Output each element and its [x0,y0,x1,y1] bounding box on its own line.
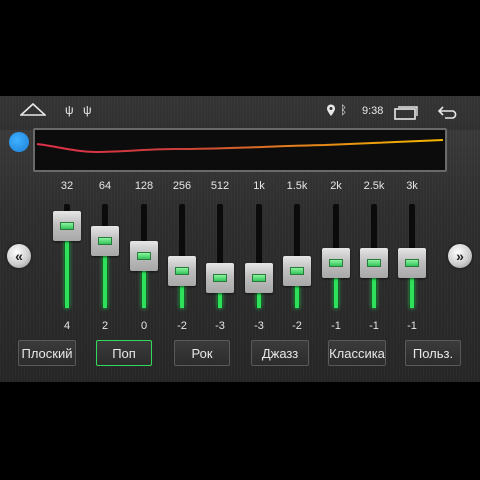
band-value-label: 0 [140,320,148,332]
preset-button[interactable]: Классика [328,340,386,366]
preset-button[interactable]: Поп [96,340,152,366]
recents-icon[interactable] [394,106,418,125]
band-value-label: -3 [254,320,264,332]
eq-curve-line [36,139,444,154]
band-value-label: 2 [101,320,109,332]
status-bar: ψ ψ ᛒ 9:38 [0,96,480,130]
location-icon [326,104,336,122]
eq-curve-display [33,128,447,172]
slider-knob[interactable] [245,263,273,294]
slider-knob[interactable] [398,248,426,279]
chevron-double-left-icon[interactable]: « [7,244,31,268]
slider-knob[interactable] [206,263,234,294]
band-value-label: -1 [331,320,341,332]
back-icon[interactable] [437,105,461,124]
band-value-label: -1 [369,320,379,332]
band-slider[interactable] [322,204,350,308]
equalizer-screen: ψ ψ ᛒ 9:38 32 64 128 256 512 1k 1.5k 2k … [0,96,480,382]
band-value-label: -3 [215,320,225,332]
band-frequency-label: 512 [210,180,230,192]
band-frequency-label: 2k [330,180,342,192]
slider-knob[interactable] [360,248,388,279]
status-indicator-icon [9,132,29,152]
band-slider[interactable] [245,204,273,308]
usb-icon: ψ [83,103,92,117]
band-frequency-label: 2.5k [363,180,385,192]
slider-knob[interactable] [53,211,81,242]
band-slider[interactable] [283,204,311,308]
clock: 9:38 [362,105,384,117]
band-value-label: 4 [63,320,71,332]
home-icon[interactable] [18,102,48,121]
slider-knob[interactable] [130,241,158,271]
band-frequency-label: 32 [60,180,74,192]
preset-button[interactable]: Плоский [18,340,76,366]
band-frequency-label: 64 [98,180,112,192]
band-frequency-label: 1k [253,180,265,192]
band-frequency-label: 3k [406,180,418,192]
band-frequency-label: 1.5k [286,180,308,192]
slider-knob[interactable] [322,248,350,279]
preset-button[interactable]: Джазз [251,340,309,366]
band-slider[interactable] [206,204,234,308]
band-slider[interactable] [53,204,81,308]
band-frequency-label: 256 [172,180,192,192]
preset-button[interactable]: Польз. [405,340,461,366]
band-value-label: -1 [407,320,417,332]
band-value-label: -2 [177,320,187,332]
usb-icon: ψ [65,103,74,117]
preset-button[interactable]: Рок [174,340,230,366]
band-frequency-label: 128 [134,180,154,192]
band-slider[interactable] [168,204,196,308]
chevron-double-right-icon[interactable]: » [448,244,472,268]
bluetooth-icon: ᛒ [340,103,348,117]
band-slider[interactable] [91,204,119,308]
band-slider[interactable] [360,204,388,308]
slider-knob[interactable] [283,255,311,286]
slider-knob[interactable] [91,226,119,257]
slider-knob[interactable] [168,255,196,286]
band-value-label: -2 [292,320,302,332]
band-slider[interactable] [398,204,426,308]
band-slider[interactable] [130,204,158,308]
